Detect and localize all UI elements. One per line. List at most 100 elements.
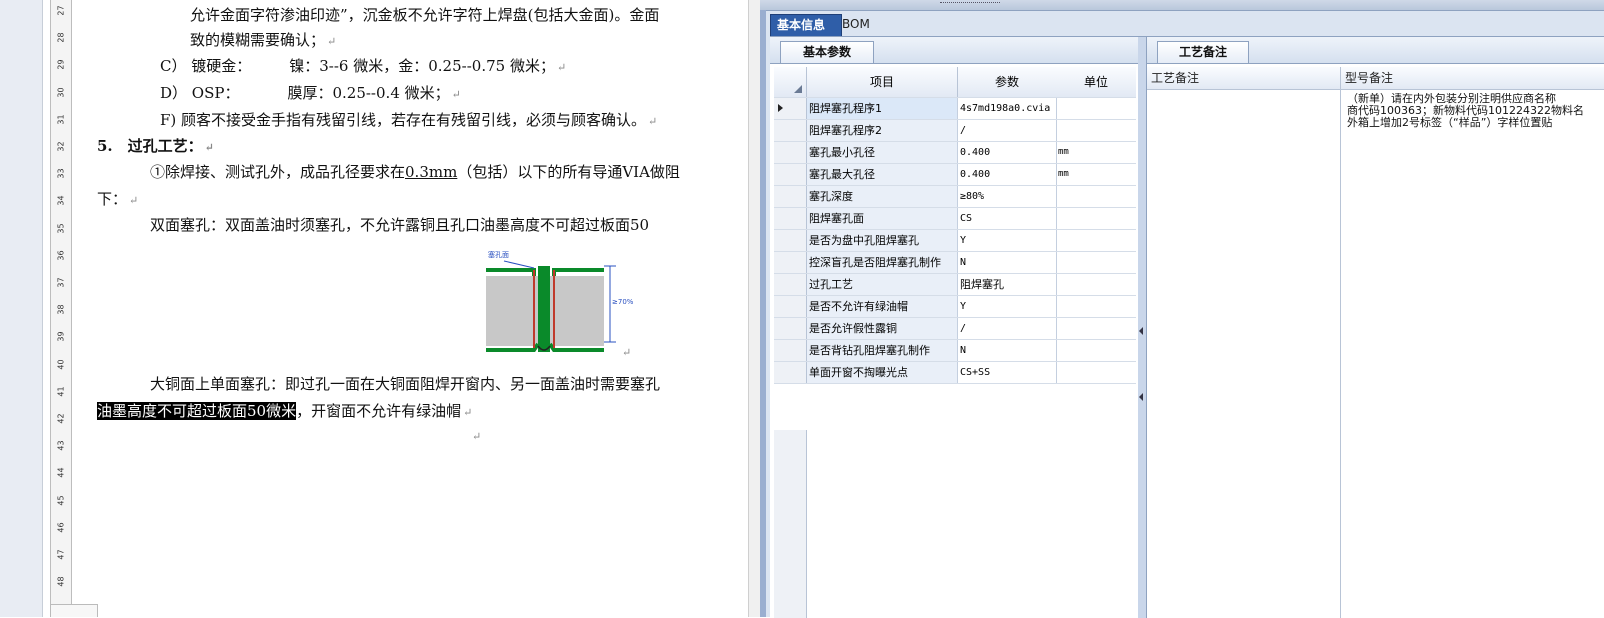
empty-para: ↵ <box>472 430 482 443</box>
cell-item[interactable]: 塞孔深度 <box>807 186 958 207</box>
grid-row[interactable]: 是否背钻孔阻焊塞孔制作 N <box>774 340 1136 362</box>
cell-param[interactable]: N <box>958 340 1057 361</box>
cell-unit[interactable] <box>1056 362 1138 383</box>
current-row-arrow-icon <box>778 104 783 112</box>
row-indicator[interactable] <box>774 230 807 251</box>
tab-process-notes[interactable]: 工艺备注 <box>1157 41 1249 63</box>
document-page[interactable]: 允许金面字符渗油印迹”，沉金板不允许字符上焊盘(包括大金面)。金面 致的模糊需要… <box>72 0 748 617</box>
cell-param[interactable]: 阻焊塞孔 <box>958 274 1057 295</box>
tab-bom[interactable]: BOM <box>836 14 882 35</box>
cell-unit[interactable] <box>1056 98 1138 119</box>
resize-grip[interactable] <box>940 2 1000 9</box>
ruler-number: 44 <box>56 467 66 478</box>
cell-unit[interactable]: mm <box>1056 164 1138 185</box>
cell-item[interactable]: 过孔工艺 <box>807 274 958 295</box>
cell-unit[interactable] <box>1056 120 1138 141</box>
cell-param[interactable]: 4s7md198a0.cvia <box>958 98 1057 119</box>
row-indicator[interactable] <box>774 252 807 273</box>
cell-item[interactable]: 是否为盘中孔阻焊塞孔 <box>807 230 958 251</box>
cell-item[interactable]: 是否背钻孔阻焊塞孔制作 <box>807 340 958 361</box>
tab-basic-params[interactable]: 基本参数 <box>780 41 874 63</box>
cell-item[interactable]: 阻焊塞孔程序1 <box>807 98 958 119</box>
column-header-param[interactable]: 参数 <box>958 67 1057 97</box>
collapse-left-icon[interactable] <box>1139 393 1143 401</box>
cell-unit[interactable] <box>1056 208 1138 229</box>
cell-item[interactable]: 是否不允许有绿油帽 <box>807 296 958 317</box>
cell-item[interactable]: 控深盲孔是否阻焊塞孔制作 <box>807 252 958 273</box>
tab-basic-info[interactable]: 基本信息 <box>770 14 842 37</box>
row-indicator[interactable] <box>774 340 807 361</box>
ruler-number: 37 <box>56 277 66 288</box>
grid-row[interactable]: 塞孔最小孔径 0.400 mm <box>774 142 1136 164</box>
params-grid: 项目 参数 单位 阻焊塞孔程序1 4s7md198a0.cvia 阻焊塞孔程序2/… <box>774 67 1136 384</box>
cell-param[interactable]: Y <box>958 296 1057 317</box>
cell-item[interactable]: 阻焊塞孔面 <box>807 208 958 229</box>
cell-param[interactable]: N <box>958 252 1057 273</box>
cell-unit[interactable] <box>1056 318 1138 339</box>
basic-params-panel: 基本参数 项目 参数 单位 阻焊塞孔程序1 4s7md198a0.cvia 阻焊塞… <box>770 37 1139 618</box>
column-header-process-note[interactable]: 工艺备注 <box>1147 67 1339 89</box>
grid-row[interactable]: 是否允许假性露铜 / <box>774 318 1136 340</box>
document-scrollbar[interactable] <box>748 0 760 617</box>
cell-item[interactable]: 塞孔最小孔径 <box>807 142 958 163</box>
collapse-left-icon[interactable] <box>1139 327 1143 335</box>
cell-item[interactable]: 单面开窗不掏曝光点 <box>807 362 958 383</box>
row-indicator[interactable] <box>774 98 807 119</box>
cell-item[interactable]: 是否允许假性露铜 <box>807 318 958 339</box>
cell-param[interactable]: 0.400 <box>958 142 1057 163</box>
cell-item[interactable]: 阻焊塞孔程序2 <box>807 120 958 141</box>
cell-unit[interactable] <box>1056 252 1138 273</box>
doc-line: 下： ↵ <box>97 190 139 208</box>
grid-row[interactable]: 阻焊塞孔程序1 4s7md198a0.cvia <box>774 98 1136 120</box>
cell-unit[interactable] <box>1056 230 1138 251</box>
cell-param[interactable]: 0.400 <box>958 164 1057 185</box>
cell-unit[interactable] <box>1056 340 1138 361</box>
grid-row[interactable]: 控深盲孔是否阻焊塞孔制作 N <box>774 252 1136 274</box>
grid-row[interactable]: 塞孔深度 ≥80% <box>774 186 1136 208</box>
column-divider <box>1340 67 1341 89</box>
panel-splitter[interactable] <box>1138 37 1147 618</box>
grid-row[interactable]: 单面开窗不掏曝光点 CS+SS <box>774 362 1136 384</box>
column-header-unit[interactable]: 单位 <box>1056 67 1136 97</box>
document-left-margin <box>0 0 43 617</box>
cell-unit[interactable] <box>1056 296 1138 317</box>
grid-row[interactable]: 是否不允许有绿油帽 Y <box>774 296 1136 318</box>
cell-unit[interactable]: mm <box>1056 142 1138 163</box>
column-header-model-note[interactable]: 型号备注 <box>1341 67 1604 89</box>
column-header-item[interactable]: 项目 <box>807 67 958 97</box>
cell-item[interactable]: 塞孔最大孔径 <box>807 164 958 185</box>
grid-header-row: 项目 参数 单位 <box>774 67 1136 98</box>
model-note-text[interactable]: （新单）请在内外包装分别注明供应商名称 商代码100363；新物料代码10122… <box>1347 93 1604 129</box>
row-indicator[interactable] <box>774 186 807 207</box>
row-indicator[interactable] <box>774 208 807 229</box>
row-indicator[interactable] <box>774 142 807 163</box>
grid-row[interactable]: 是否为盘中孔阻焊塞孔 Y <box>774 230 1136 252</box>
doc-line-selected[interactable]: 油墨高度不可超过板面50微米，开窗面不允许有绿油帽 ↵ <box>97 400 472 421</box>
grid-row[interactable]: 塞孔最大孔径 0.400 mm <box>774 164 1136 186</box>
process-notes-header: 工艺备注 <box>1147 37 1604 64</box>
grid-corner[interactable] <box>774 67 807 97</box>
cell-param[interactable]: / <box>958 318 1057 339</box>
ruler-number: 48 <box>56 576 66 587</box>
row-indicator[interactable] <box>774 318 807 339</box>
row-indicator[interactable] <box>774 120 807 141</box>
row-indicator[interactable] <box>774 296 807 317</box>
cell-param[interactable]: CS+SS <box>958 362 1057 383</box>
grid-row[interactable]: 阻焊塞孔面 CS <box>774 208 1136 230</box>
cell-param[interactable]: / <box>958 120 1057 141</box>
row-indicator[interactable] <box>774 164 807 185</box>
ruler-number: 34 <box>56 195 66 206</box>
cell-param[interactable]: ≥80% <box>958 186 1057 207</box>
cell-unit[interactable] <box>1056 186 1138 207</box>
cell-param[interactable]: CS <box>958 208 1057 229</box>
ruler-number: 30 <box>56 87 66 98</box>
cell-unit[interactable] <box>1056 274 1138 295</box>
row-indicator[interactable] <box>774 274 807 295</box>
row-indicator[interactable] <box>774 362 807 383</box>
ruler-number: 32 <box>56 141 66 152</box>
figure-para-mark: ↵ <box>622 346 632 359</box>
grid-row[interactable]: 过孔工艺 阻焊塞孔 <box>774 274 1136 296</box>
grid-row[interactable]: 阻焊塞孔程序2/ <box>774 120 1136 142</box>
selected-text[interactable]: 油墨高度不可超过板面50微米 <box>97 402 297 420</box>
cell-param[interactable]: Y <box>958 230 1057 251</box>
